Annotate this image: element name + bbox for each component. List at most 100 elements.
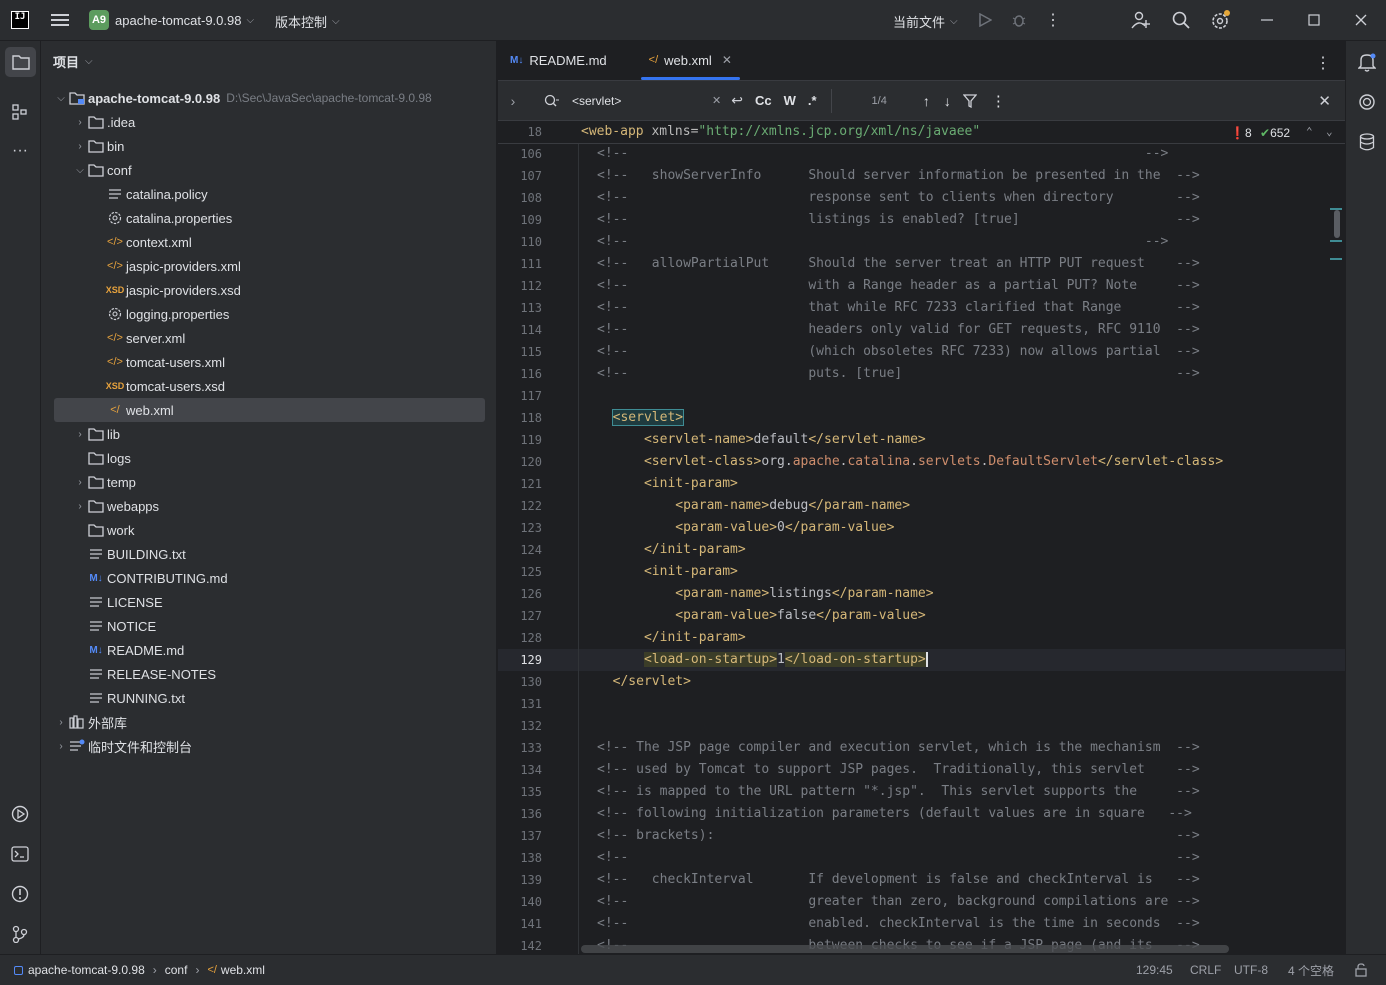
main-menu-icon[interactable]: [50, 10, 70, 30]
search-icon[interactable]: [1170, 10, 1192, 30]
line-separator[interactable]: CRLF: [1190, 963, 1221, 977]
git-tool-icon[interactable]: [10, 924, 30, 944]
terminal-tool-icon[interactable]: [10, 844, 30, 864]
maximize-button[interactable]: [1302, 10, 1326, 30]
tree-item[interactable]: BUILDING.txt: [54, 542, 485, 566]
new-line-icon[interactable]: ↩: [731, 92, 743, 109]
tree-item[interactable]: RUNNING.txt: [54, 686, 485, 710]
code-line[interactable]: <!-- brackets): -->: [597, 825, 1200, 847]
tree-item[interactable]: RELEASE-NOTES: [54, 662, 485, 686]
error-indicator[interactable]: ❗8: [1230, 126, 1252, 140]
code-line[interactable]: <!-- checkInterval If development is fal…: [597, 869, 1200, 891]
tree-item[interactable]: M↓ README.md: [54, 638, 485, 662]
more-actions-icon[interactable]: ⋮: [1044, 10, 1062, 30]
horizontal-scrollbar[interactable]: [581, 945, 1229, 953]
caret-position[interactable]: 129:45: [1136, 963, 1173, 977]
code-line[interactable]: <!-- greater than zero, background compi…: [597, 891, 1200, 913]
code-line[interactable]: <servlet-name>default</servlet-name>: [597, 429, 926, 451]
code-line[interactable]: <!-- allowPartialPut Should the server t…: [597, 253, 1200, 275]
run-icon[interactable]: [976, 11, 994, 29]
close-button[interactable]: [1349, 10, 1373, 30]
tree-item[interactable]: › 外部库: [54, 710, 485, 734]
more-tools-icon[interactable]: ···: [10, 141, 30, 161]
tree-item[interactable]: work: [54, 518, 485, 542]
breadcrumb-project[interactable]: apache-tomcat-9.0.98: [28, 963, 145, 977]
code-line[interactable]: <!-- (which obsoletes RFC 7233) now allo…: [597, 341, 1200, 363]
chevron-right-icon[interactable]: ›: [73, 141, 87, 152]
indent-setting[interactable]: 4 个空格: [1288, 962, 1334, 979]
tree-item[interactable]: LICENSE: [54, 590, 485, 614]
tree-item[interactable]: XSD jaspic-providers.xsd: [54, 278, 485, 302]
code-line[interactable]: <load-on-startup>1</load-on-startup>: [597, 649, 928, 671]
tree-item[interactable]: catalina.properties: [54, 206, 485, 230]
code-line[interactable]: <param-value>false</param-value>: [597, 605, 925, 627]
tree-item[interactable]: ⌵ conf: [54, 158, 485, 182]
warning-indicator[interactable]: ✔652: [1260, 126, 1290, 140]
expand-replace-icon[interactable]: ›: [498, 93, 528, 109]
tree-item[interactable]: M↓ CONTRIBUTING.md: [54, 566, 485, 590]
tab-readme[interactable]: M↓ README.md: [498, 40, 619, 80]
next-match-icon[interactable]: ↓: [944, 93, 951, 109]
code-line[interactable]: </init-param>: [597, 539, 746, 561]
ai-assistant-icon[interactable]: [1356, 91, 1378, 113]
chevron-right-icon[interactable]: ›: [54, 717, 68, 728]
services-tool-icon[interactable]: [10, 804, 30, 824]
tree-item[interactable]: </> server.xml: [54, 326, 485, 350]
code-line[interactable]: <!-- that while RFC 7233 clarified that …: [597, 297, 1200, 319]
find-more-icon[interactable]: ⋮: [991, 92, 1006, 110]
breadcrumb-file[interactable]: web.xml: [221, 963, 265, 977]
tree-item[interactable]: › bin: [54, 134, 485, 158]
vertical-scrollbar-thumb[interactable]: [1334, 210, 1340, 238]
code-line[interactable]: <!-- response sent to clients when direc…: [597, 187, 1200, 209]
tree-item[interactable]: › webapps: [54, 494, 485, 518]
tree-item[interactable]: › lib: [54, 422, 485, 446]
code-line[interactable]: <!-- puts. [true] -->: [597, 363, 1200, 385]
chevron-right-icon[interactable]: ›: [73, 117, 87, 128]
tab-webxml[interactable]: </ web.xml ✕: [637, 40, 744, 80]
tree-item[interactable]: logging.properties: [54, 302, 485, 326]
chevron-right-icon[interactable]: ›: [73, 477, 87, 488]
code-line[interactable]: <!-- is mapped to the URL pattern "*.jsp…: [597, 781, 1200, 803]
prev-problem-icon[interactable]: ⌃: [1306, 125, 1313, 138]
code-line[interactable]: <param-name>listings</param-name>: [597, 583, 933, 605]
search-history-icon[interactable]: [542, 94, 562, 108]
tree-item[interactable]: </> tomcat-users.xml: [54, 350, 485, 374]
code-line[interactable]: <!-- The JSP page compiler and execution…: [597, 737, 1200, 759]
words-toggle[interactable]: W: [784, 93, 796, 108]
tree-item[interactable]: › temp: [54, 470, 485, 494]
filter-icon[interactable]: [962, 93, 977, 108]
code-line[interactable]: </servlet>: [597, 671, 691, 693]
tree-item[interactable]: catalina.policy: [54, 182, 485, 206]
vcs-menu[interactable]: 版本控制 ⌵: [275, 12, 340, 31]
project-panel-header[interactable]: 项目 ⌵: [41, 41, 496, 81]
close-find-icon[interactable]: ✕: [1318, 92, 1331, 110]
notifications-icon[interactable]: [1356, 51, 1378, 73]
code-line[interactable]: <!-- showServerInfo Should server inform…: [597, 165, 1200, 187]
previous-match-icon[interactable]: ↑: [923, 93, 930, 109]
chevron-right-icon[interactable]: ›: [73, 429, 87, 440]
file-encoding[interactable]: UTF-8: [1234, 963, 1268, 977]
close-tab-icon[interactable]: ✕: [722, 53, 732, 67]
chevron-right-icon[interactable]: ›: [54, 741, 68, 752]
problems-tool-icon[interactable]: [10, 884, 30, 904]
code-line[interactable]: <!-- -->: [597, 143, 1168, 165]
lock-icon[interactable]: [1354, 963, 1368, 980]
chevron-down-icon[interactable]: ⌵: [73, 165, 87, 176]
project-tool-icon[interactable]: [5, 47, 36, 77]
tree-item[interactable]: ⌵ apache-tomcat-9.0.98 D:\Sec\JavaSec\apac…: [54, 86, 485, 110]
regex-toggle[interactable]: .*: [808, 93, 817, 108]
code-line[interactable]: </init-param>: [597, 627, 746, 649]
tree-item[interactable]: </> jaspic-providers.xml: [54, 254, 485, 278]
debug-icon[interactable]: [1010, 11, 1028, 29]
code-line[interactable]: <!-- -->: [597, 847, 1200, 869]
code-line[interactable]: <servlet>: [597, 407, 685, 429]
match-case-toggle[interactable]: Cc: [755, 93, 772, 108]
code-line[interactable]: <!-- used by Tomcat to support JSP pages…: [597, 759, 1200, 781]
code-line[interactable]: <servlet-class>org.apache.catalina.servl…: [597, 451, 1223, 473]
code-line[interactable]: <init-param>: [597, 561, 738, 583]
tree-item[interactable]: </> context.xml: [54, 230, 485, 254]
code-line[interactable]: <!-- headers only valid for GET requests…: [597, 319, 1200, 341]
code-line[interactable]: <init-param>: [597, 473, 738, 495]
settings-icon[interactable]: [1209, 9, 1231, 31]
app-logo[interactable]: IJ: [11, 11, 29, 29]
